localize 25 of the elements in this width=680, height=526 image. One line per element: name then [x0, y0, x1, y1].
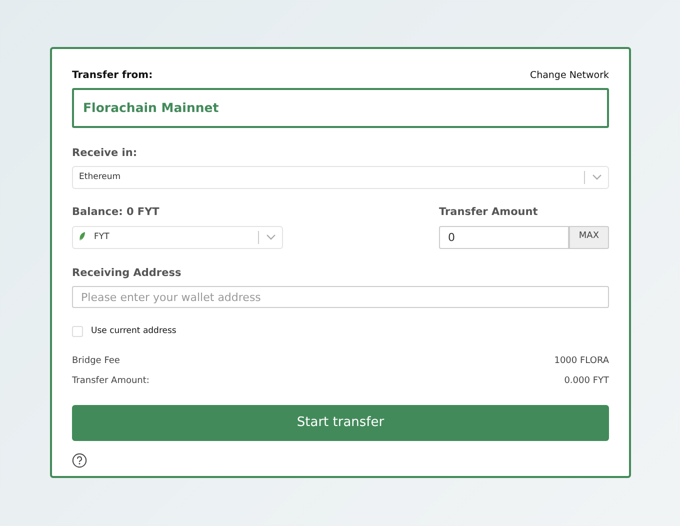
max-button[interactable]: MAX	[568, 226, 609, 248]
token-value: FYT	[94, 230, 110, 244]
summary-label: Bridge Fee	[72, 355, 120, 368]
help-icon[interactable]	[72, 453, 87, 468]
amount-field[interactable]: 0	[439, 226, 569, 248]
leaf-icon	[79, 232, 86, 242]
transfer-from-label: Transfer from:	[72, 69, 153, 83]
summary-label: Transfer Amount:	[72, 374, 150, 388]
change-network-link[interactable]: Change Network	[530, 68, 609, 83]
wallet-address-field[interactable]: Please enter your wallet address	[72, 286, 609, 308]
checkbox[interactable]	[72, 326, 83, 338]
summary-value: 0.000 FYT	[564, 374, 609, 388]
chevron-down-icon	[266, 234, 276, 240]
receive-in-label: Receive in:	[72, 146, 138, 161]
summary-value: 1000 FLORA	[554, 355, 609, 368]
token-select[interactable]: FYT	[72, 226, 283, 248]
checkbox-label: Use current address	[91, 325, 176, 338]
start-transfer-button[interactable]: Start transfer	[72, 405, 609, 441]
transfer-amount-label: Transfer Amount	[439, 204, 539, 220]
balance-label: Balance: 0 FYT	[72, 204, 160, 220]
chevron-down-icon	[592, 174, 602, 180]
network-select[interactable]: Ethereum	[72, 166, 609, 189]
receiving-address-label: Receiving Address	[72, 266, 182, 280]
network-field: Florachain Mainnet	[72, 88, 609, 128]
select-value: Ethereum	[79, 170, 122, 184]
